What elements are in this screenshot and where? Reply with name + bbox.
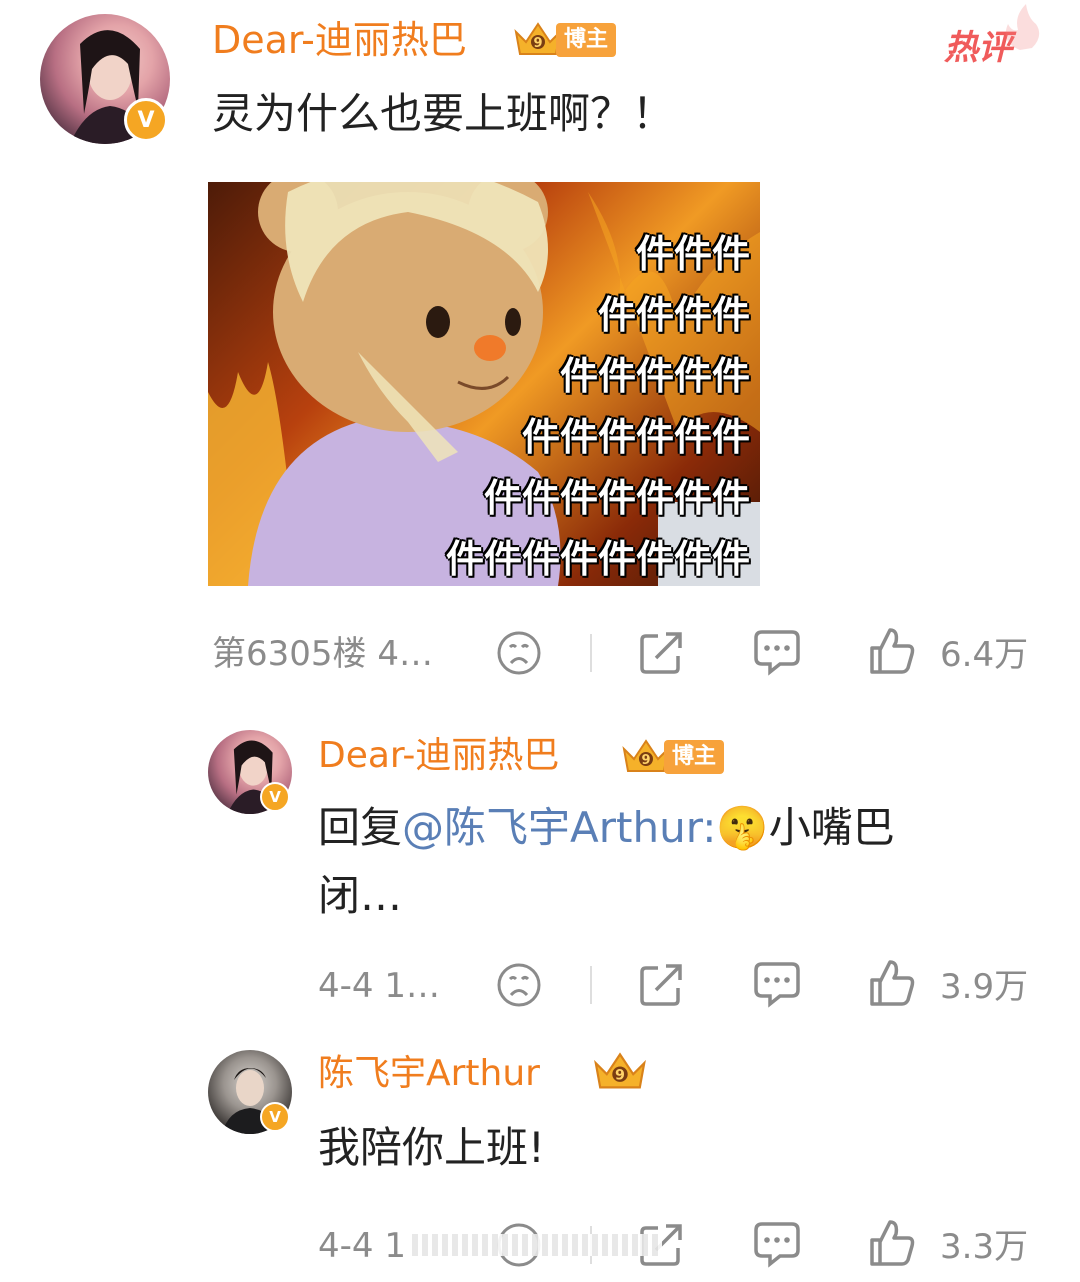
username[interactable]: Dear-迪丽热巴 <box>318 734 559 778</box>
comment-image[interactable]: 件件件 件件件件 件件件件件 件件件件件件 件件件件件件件 件件件件件件件件 <box>208 172 760 586</box>
thumbs-up-icon <box>870 628 915 674</box>
reply-button[interactable] <box>752 628 802 676</box>
divider <box>590 966 592 1004</box>
sad-face-icon <box>497 963 541 1007</box>
svg-text:9: 9 <box>533 36 542 51</box>
member-badge[interactable]: 9 <box>590 1052 650 1092</box>
meme-line: 件件件件件件件件 <box>445 537 750 581</box>
svg-text:9: 9 <box>641 753 650 768</box>
meme-line: 件件件件件件 <box>521 415 750 459</box>
blogger-badge: 博主 <box>664 740 725 774</box>
username[interactable]: 陈飞宇Arthur <box>318 1052 540 1096</box>
like-button[interactable]: 3.3万 <box>868 1218 1028 1268</box>
dislike-button[interactable] <box>496 962 542 1008</box>
username[interactable]: Dear-迪丽热巴 <box>212 18 467 62</box>
thumbs-up-icon <box>870 960 915 1006</box>
sad-face-icon <box>497 631 541 675</box>
comment-icon <box>754 962 800 1008</box>
crown-icon: 9 <box>594 1052 646 1089</box>
like-count: 3.3万 <box>940 1226 1029 1267</box>
thumbs-up-icon <box>870 1220 915 1266</box>
member-badge[interactable]: 9 博主 <box>620 738 725 776</box>
like-count: 3.9万 <box>940 966 1029 1007</box>
like-button[interactable]: 3.9万 <box>868 958 1028 1008</box>
reply-button[interactable] <box>752 1220 802 1268</box>
verified-icon: V <box>260 782 290 812</box>
share-icon <box>640 632 682 674</box>
comment-text: 灵为什么也要上班啊？！ <box>212 89 675 138</box>
floor-timestamp: 第6305楼 4… <box>212 634 433 674</box>
meme-line: 件件件 <box>635 232 750 276</box>
divider <box>590 634 592 672</box>
mention-link[interactable]: @陈飞宇Arthur: <box>402 803 716 852</box>
meme-line: 件件件件件 <box>559 354 750 398</box>
share-button[interactable] <box>638 628 686 676</box>
reply-button[interactable] <box>752 960 802 1008</box>
reply-text-rest: 小嘴巴 <box>768 803 895 852</box>
share-button[interactable] <box>638 960 686 1008</box>
timestamp: 4-4 1 <box>318 1226 406 1266</box>
watermark-overlay <box>412 1234 662 1256</box>
reply-text: 回复@陈飞宇Arthur:🤫小嘴巴 <box>318 798 895 858</box>
dislike-button[interactable] <box>496 630 542 676</box>
reply-text-line2: 闭… <box>318 871 403 920</box>
comment-icon <box>754 630 800 676</box>
verified-icon: V <box>260 1102 290 1132</box>
timestamp: 4-4 1… <box>318 966 440 1006</box>
member-badge[interactable]: 9 博主 <box>512 20 617 60</box>
like-button[interactable]: 6.4万 <box>868 626 1028 676</box>
share-icon <box>640 964 682 1006</box>
verified-icon: V <box>124 98 168 142</box>
meme-line: 件件件件 <box>597 293 750 337</box>
comment-icon <box>754 1222 800 1268</box>
reply-prefix: 回复 <box>318 803 403 852</box>
meme-line: 件件件件件件件 <box>483 476 750 520</box>
reply-text: 我陪你上班! <box>318 1123 545 1172</box>
flame-icon <box>1005 4 1040 50</box>
like-count: 6.4万 <box>940 634 1029 675</box>
svg-text:9: 9 <box>615 1068 625 1084</box>
meme-text: 件件件 件件件件 件件件件件 件件件件件件 件件件件件件件 件件件件件件件件 <box>446 224 750 586</box>
blogger-badge: 博主 <box>556 23 617 57</box>
shush-emoji: 🤫 <box>716 803 769 852</box>
